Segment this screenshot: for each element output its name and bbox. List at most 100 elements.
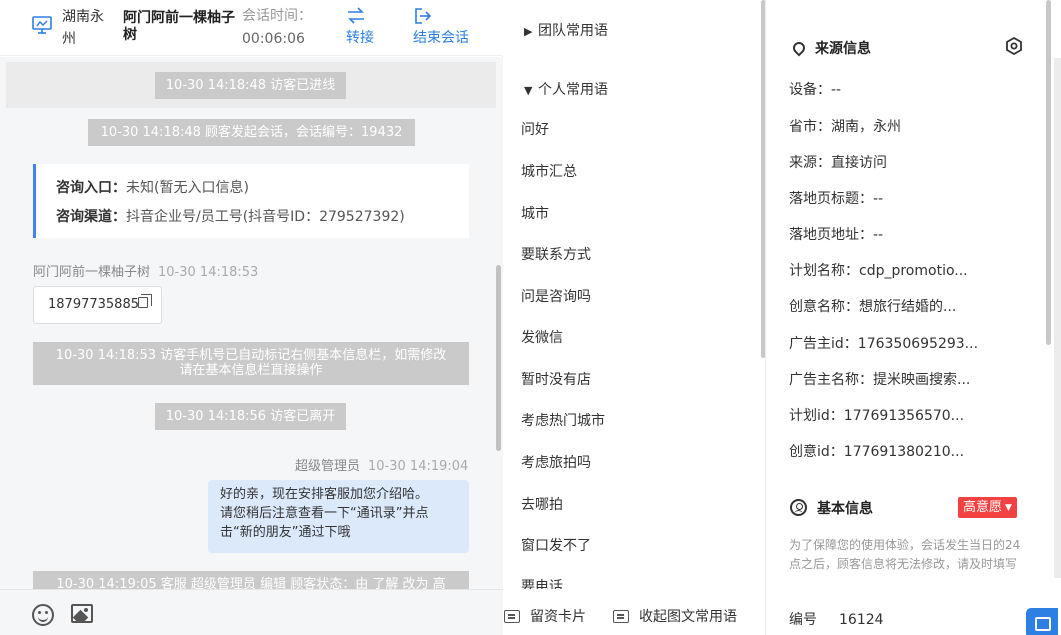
customer-info-panel: 来源信息 设备：-- 省市：湖南，永州 来源：直接访问 落地页标题：-- 落地页… [767, 0, 1061, 635]
system-message-phone-marked: 10-30 14:18:53 访客手机号已自动标记右侧基本信息栏，如需修改 请在… [33, 342, 469, 385]
end-session-label: 结束会话 [413, 30, 469, 46]
collapse-phrases-label: 收起图文常用语 [639, 609, 737, 625]
image-icon[interactable] [71, 604, 93, 623]
consult-channel-label: 咨询渠道： [56, 209, 126, 225]
source-label: 计划名称： [789, 263, 859, 279]
chat-messages[interactable]: 10-30 14:18:48 访客已进线 10-30 14:18:48 顾客发起… [0, 57, 503, 589]
source-label: 省市： [789, 119, 831, 135]
phrase-item[interactable]: 考虑热门城市 [521, 410, 605, 430]
caret-right-icon: ▶ [524, 25, 533, 38]
source-row-creative-name: 创意名称：想旅行结婚的... [789, 296, 984, 316]
phrase-item[interactable]: 去哪拍 [521, 494, 563, 514]
page-scrollbar-track[interactable] [1054, 58, 1061, 578]
source-value: -- [873, 227, 884, 243]
team-phrases-label: 团队常用语 [538, 23, 608, 39]
end-session-button[interactable]: 结束会话 [413, 4, 469, 48]
intent-level-label: 高意愿 [963, 500, 1003, 515]
phone-number: 18797735885 [48, 297, 139, 312]
consult-channel-row: 咨询渠道：抖音企业号/员工号(抖音号ID：279527392) [56, 203, 469, 232]
source-value: cdp_promotio... [859, 263, 968, 279]
phrase-item[interactable]: 暂时没有店 [521, 369, 591, 389]
phrases-scrollbar[interactable] [761, 0, 765, 358]
personal-phrases-label: 个人常用语 [538, 82, 608, 98]
source-row-creative-id: 创意id：177691380210... [789, 441, 984, 461]
source-value: 177691356570... [843, 408, 965, 424]
source-row-advertiser-name: 广告主名称：提米映画搜索... [789, 369, 984, 389]
source-label: 创意名称： [789, 299, 859, 315]
source-value: 想旅行结婚的... [859, 299, 957, 315]
system-message-phone-line1: 10-30 14:18:53 访客手机号已自动标记右侧基本信息栏，如需修改 [55, 348, 447, 363]
team-phrases-group[interactable]: ▶ 团队常用语 [524, 20, 608, 40]
source-value: 提米映画搜索... [873, 372, 971, 388]
visitor-message-time: 10-30 14:18:53 [158, 265, 259, 280]
phrase-item[interactable]: 发微信 [521, 327, 563, 347]
logout-icon [415, 8, 432, 24]
source-label: 落地页地址： [789, 227, 873, 243]
emoji-icon[interactable] [32, 604, 54, 626]
agent-message-bubble: 好的亲，现在安排客服加您介绍哈。 请您稍后注意查看一下“通讯录”并点 击“新的朋… [208, 480, 469, 553]
source-label: 来源： [789, 155, 831, 171]
system-message-entered: 10-30 14:18:48 访客已进线 [155, 72, 346, 99]
phrase-item[interactable]: 窗口发不了 [521, 535, 591, 555]
lead-card-label: 留资卡片 [530, 609, 586, 625]
agent-message-time: 10-30 14:19:04 [368, 459, 469, 474]
chat-header: 湖南永州 阿门阿前一棵柚子树 会话时间： 00:06:06 转接 结束会话 [0, 0, 503, 56]
source-row-province: 省市：湖南，永州 [789, 116, 984, 136]
visitor-name: 阿门阿前一棵柚子树 [33, 265, 151, 280]
phone-message[interactable]: 18797735885 [33, 286, 162, 324]
chat-panel: 湖南永州 阿门阿前一棵柚子树 会话时间： 00:06:06 转接 结束会话 10… [0, 0, 503, 635]
copy-icon[interactable] [138, 294, 152, 308]
lead-card-button[interactable]: 留资卡片 [504, 606, 586, 626]
edit-deadline-hint: 为了保障您的使用体验，会话发生当日的24点之后，顾客信息将无法修改，请及时填写 [789, 538, 1021, 571]
customer-number-value: 16124 [839, 612, 884, 628]
source-row-plan-name: 计划名称：cdp_promotio... [789, 260, 984, 280]
customer-number-row: 编号 16124 [789, 609, 984, 629]
basic-info-title: 基本信息 [789, 498, 873, 518]
chat-scrollbar[interactable] [496, 265, 501, 451]
source-row-source: 来源：直接访问 [789, 152, 984, 172]
phrase-item[interactable]: 问好 [521, 119, 549, 139]
source-row-landing-url: 落地页地址：-- [789, 224, 984, 244]
customer-region: 湖南永州 [62, 9, 104, 47]
source-value: 177691380210... [843, 444, 965, 460]
system-message-phone-line2: 请在基本信息栏直接操作 [179, 363, 323, 378]
phrase-item[interactable]: 城市汇总 [521, 161, 577, 181]
source-row-advertiser-id: 广告主id：176350695293... [789, 333, 984, 353]
phrase-item[interactable]: 要联系方式 [521, 244, 591, 264]
source-info-title: 来源信息 [789, 38, 871, 58]
transfer-button[interactable]: 转接 [346, 4, 374, 48]
phrases-panel: ▶ 团队常用语 ▼ 个人常用语 问好 城市汇总 城市 要联系方式 问是咨询吗 发微信… [504, 0, 766, 635]
system-message-left: 10-30 14:18:56 访客已离开 [155, 403, 346, 430]
transfer-icon [348, 7, 364, 24]
intent-level-dropdown[interactable]: 高意愿 ▼ [958, 497, 1017, 518]
transfer-label: 转接 [346, 30, 374, 46]
phrase-item[interactable]: 问是咨询吗 [521, 286, 591, 306]
source-label: 广告主id： [789, 336, 858, 352]
agent-message-line2: 请您稍后注意查看一下“通讯录”并点 [220, 506, 429, 521]
monitor-icon [32, 16, 52, 34]
consult-info-card: 咨询入口：未知(暂无入口信息) 咨询渠道：抖音企业号/员工号(抖音号ID：279… [33, 164, 469, 238]
visitor-message-meta: 阿门阿前一棵柚子树 10-30 14:18:53 [33, 261, 258, 280]
source-row-landing-title: 落地页标题：-- [789, 188, 984, 208]
phrase-item[interactable]: 考虑旅拍吗 [521, 452, 591, 472]
source-value: 直接访问 [831, 155, 887, 171]
source-value: 176350695293... [857, 336, 979, 352]
source-value: -- [873, 191, 884, 207]
phrases-footer: 留资卡片 收起图文常用语 [504, 589, 765, 635]
customer-name: 阿门阿前一棵柚子树 [123, 10, 235, 43]
session-time-label: 会话时间： [242, 8, 312, 24]
user-icon [790, 499, 807, 516]
source-label: 落地页标题： [789, 191, 873, 207]
source-label: 计划id： [789, 408, 844, 424]
phrase-item[interactable]: 城市 [521, 203, 549, 223]
agent-message-line3: 击“新的朋友”通过下哦 [220, 525, 351, 540]
customer-number-label: 编号 [789, 612, 817, 628]
floating-chat-icon[interactable] [1026, 608, 1058, 635]
source-label: 设备： [789, 82, 831, 98]
collapse-phrases-button[interactable]: 收起图文常用语 [613, 606, 737, 626]
info-scrollbar[interactable] [1046, 0, 1051, 345]
agent-message-line1: 好的亲，现在安排客服加您介绍哈。 [220, 487, 429, 502]
personal-phrases-group[interactable]: ▼ 个人常用语 [524, 79, 608, 99]
settings-hex-icon[interactable] [1005, 37, 1023, 55]
caret-down-icon: ▼ [524, 84, 533, 97]
